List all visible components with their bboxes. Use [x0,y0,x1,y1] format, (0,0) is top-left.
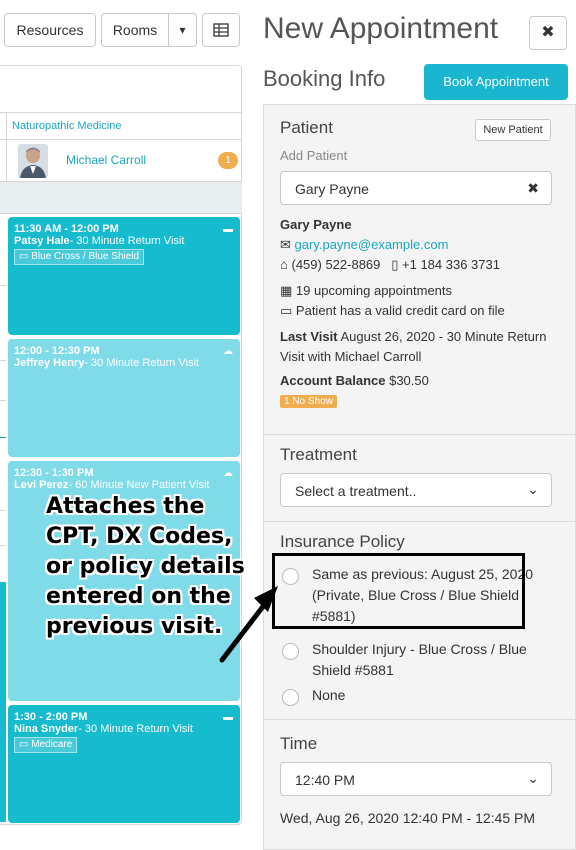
resources-button[interactable]: Resources [4,13,96,47]
rooms-dropdown-caret-icon[interactable]: ▾ [168,13,197,47]
appointment-patient: Patsy Hale [14,235,70,247]
patient-email-row: ✉ gary.payne@example.com [280,235,448,255]
booking-info-heading: Booking Info [263,66,386,91]
no-show-badge: 1 No Show [280,395,337,408]
time-section-title: Time [280,734,318,753]
provider-row[interactable]: Michael Carroll 1 [0,140,242,182]
calendar-allday-strip [0,182,242,214]
annotation-highlight-box [272,553,525,629]
clear-icon[interactable]: ✖ [527,180,539,197]
new-patient-button[interactable]: New Patient [475,119,551,141]
appointment-card[interactable]: 11:30 AM - 12:00 PM Patsy Hale- 30 Minut… [8,217,240,335]
cloud-icon: ☁ [223,468,233,479]
appointment-time: 1:30 - 2:00 PM [14,711,88,723]
upcoming-row: ▦ 19 upcoming appointments [280,281,452,301]
account-balance: Account Balance $30.50 [280,373,429,388]
patient-name: Gary Payne [280,217,352,232]
last-visit: Last Visit August 26, 2020 - 30 Minute R… [280,329,547,364]
table-icon [213,23,229,37]
insurance-section-title: Insurance Policy [280,532,405,551]
card-icon: ▬ [223,712,233,723]
provider-avatar [18,144,48,178]
mobile-icon: ▯ [391,257,399,272]
insurance-tag: ▭ Blue Cross / Blue Shield [14,249,145,265]
home-icon: ⌂ [280,257,288,272]
add-patient-label: Add Patient [280,148,348,163]
patient-phone-row: ⌂ (459) 522-8869 ▯ +1 184 336 3731 [280,255,500,275]
calendar-area: Resources Rooms ▾ Naturopathic Medicine … [0,0,250,850]
column-header-specialty: Naturopathic Medicine [0,112,242,140]
upcoming-appointments: 19 upcoming appointments [295,283,453,298]
appointment-card[interactable]: 1:30 - 2:00 PM Nina Snyder- 30 Minute Re… [8,705,240,823]
treatment-section: Treatment Select a treatment.. ⌄ [264,435,575,522]
insurance-option-label[interactable]: None [312,685,548,706]
patient-search-input[interactable]: Gary Payne ✖ [280,171,552,205]
insurance-option-label[interactable]: Shoulder Injury - Blue Cross / Blue Shie… [312,639,548,681]
calendar-icon: ▦ [280,283,293,298]
adjacent-appointment-edge [0,582,6,822]
patient-phone: (459) 522-8869 [291,257,381,272]
patient-phone-mobile: +1 184 336 3731 [402,257,500,272]
gutter-tick [0,545,6,546]
appointment-patient: Levi Perez [14,479,69,491]
time-section: Time 12:40 PM ⌄ Wed, Aug 26, 2020 12:40 … [264,720,575,850]
time-range-text: Wed, Aug 26, 2020 12:40 PM - 12:45 PM [280,810,536,826]
card-on-file-text: Patient has a valid credit card on file [295,303,505,318]
appointment-type: - 60 Minute New Patient Visit [68,479,210,491]
insurance-name: Blue Cross / Blue Shield [31,251,140,262]
insurance-option-radio[interactable] [282,689,299,706]
appointment-type: - 30 Minute Return Visit [84,357,200,369]
appointment-type: - 30 Minute Return Visit [78,723,193,735]
card-icon: ▬ [223,224,233,235]
patient-section-title: Patient [280,118,333,137]
cloud-icon: ☁ [223,346,233,357]
appointment-type: - 30 Minute Return Visit [69,235,185,247]
appointment-card[interactable]: 12:00 - 12:30 PM Jeffrey Henry- 30 Minut… [8,339,240,457]
card-row: ▭ Patient has a valid credit card on fil… [280,301,505,321]
patient-email-link[interactable]: gary.payne@example.com [295,237,449,252]
appointment-time: 11:30 AM - 12:00 PM [14,223,119,235]
appointment-time: 12:30 - 1:30 PM [14,467,94,479]
patient-section: Patient New Patient Add Patient Gary Pay… [264,105,575,435]
chevron-down-icon: ⌄ [527,770,539,786]
provider-count-badge: 1 [218,152,238,169]
gutter-tick [0,510,6,511]
appointment-patient: Nina Snyder [14,723,79,735]
appointment-time: 12:00 - 12:30 PM [14,345,100,357]
appointment-patient: Jeffrey Henry [14,357,85,369]
gutter-tick [0,360,6,361]
treatment-placeholder: Select a treatment.. [295,483,417,499]
insurance-name: Medicare [31,739,73,750]
gutter-tick [0,400,6,401]
patient-selected-value: Gary Payne [295,181,369,197]
insurance-option-radio[interactable] [282,643,299,660]
time-selected-value: 12:40 PM [295,772,355,788]
credit-card-icon: ▭ [280,303,293,318]
close-icon: ✖ [541,24,555,41]
close-button[interactable]: ✖ [529,16,567,50]
gutter-tick [0,285,6,286]
insurance-tag: ▭ Medicare [14,737,78,753]
current-time-tick [0,437,6,438]
annotation-callout: Attaches the CPT, DX Codes, or policy de… [46,494,245,639]
book-appointment-button[interactable]: Book Appointment [424,64,568,100]
provider-name[interactable]: Michael Carroll [66,153,146,167]
treatment-select[interactable]: Select a treatment.. ⌄ [280,473,552,507]
panel-title: New Appointment [263,12,499,45]
treatment-section-title: Treatment [280,445,357,464]
envelope-icon: ✉ [280,237,291,252]
time-select[interactable]: 12:40 PM ⌄ [280,762,552,796]
rooms-button[interactable]: Rooms [101,13,169,47]
grid-view-icon[interactable] [202,13,240,47]
chevron-down-icon: ⌄ [527,481,539,497]
booking-form: Patient New Patient Add Patient Gary Pay… [263,104,576,850]
